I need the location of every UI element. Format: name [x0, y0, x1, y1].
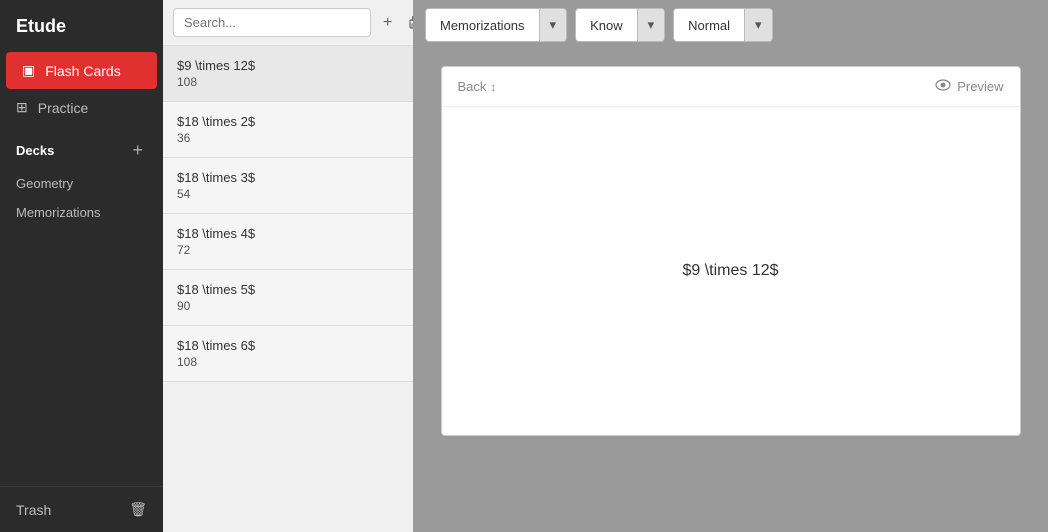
sidebar-flash-cards-label: Flash Cards [45, 63, 120, 79]
card-front: $18 \times 3$ [177, 170, 399, 185]
sidebar-practice-label: Practice [38, 100, 89, 116]
chevron-down-icon-3: ▾ [755, 17, 762, 33]
sidebar-item-trash[interactable]: Trash 🗑 [0, 486, 163, 532]
sidebar-item-flash-cards[interactable]: ▣ Flash Cards [6, 52, 157, 89]
preview-button[interactable]: Preview [935, 77, 1003, 96]
deck-filter-arrow[interactable]: ▾ [539, 9, 567, 41]
list-item[interactable]: $18 \times 3$ 54 [163, 158, 413, 214]
sort-icon: ↕ [490, 80, 496, 94]
trash-icon: 🗑 [129, 501, 147, 518]
add-deck-button[interactable]: + [128, 138, 147, 163]
decks-header: Decks + [0, 126, 163, 169]
app-title: Etude [0, 0, 163, 52]
back-label-container: Back ↕ [458, 79, 497, 94]
card-back: 90 [177, 299, 399, 313]
deck-filter-label: Memorizations [426, 10, 539, 41]
know-filter-label: Know [576, 10, 637, 41]
card-content: $9 \times 12$ [682, 262, 778, 280]
card-front: $18 \times 2$ [177, 114, 399, 129]
list-item[interactable]: $18 \times 5$ 90 [163, 270, 413, 326]
sidebar: Etude ▣ Flash Cards ⊞ Practice Decks + G… [0, 0, 163, 532]
sidebar-item-memorizations[interactable]: Memorizations [0, 198, 163, 227]
sidebar-item-practice[interactable]: ⊞ Practice [0, 89, 163, 126]
main-content: Memorizations ▾ Know ▾ Normal ▾ Back ↕ [413, 0, 1048, 532]
sidebar-item-geometry[interactable]: Geometry [0, 169, 163, 198]
preview-label: Preview [957, 79, 1003, 94]
card-preview: Back ↕ Preview $9 \times 12$ [441, 66, 1021, 436]
eye-icon [935, 77, 951, 96]
flash-cards-icon: ▣ [22, 62, 35, 79]
mode-dropdown[interactable]: Normal ▾ [673, 8, 772, 42]
card-list-panel: + $9 \times 12$ 108 $18 \times 2$ 36 $18… [163, 0, 413, 532]
card-front: $18 \times 4$ [177, 226, 399, 241]
card-back: 108 [177, 355, 399, 369]
mode-label: Normal [674, 10, 744, 41]
chevron-down-icon-2: ▾ [648, 17, 655, 33]
search-input[interactable] [173, 8, 371, 37]
card-items-list: $9 \times 12$ 108 $18 \times 2$ 36 $18 \… [163, 46, 413, 532]
practice-icon: ⊞ [16, 99, 28, 116]
list-item[interactable]: $18 \times 2$ 36 [163, 102, 413, 158]
card-preview-area: Back ↕ Preview $9 \times 12$ [413, 50, 1048, 532]
card-preview-body: $9 \times 12$ [442, 107, 1020, 435]
card-front: $18 \times 6$ [177, 338, 399, 353]
know-filter-dropdown[interactable]: Know ▾ [575, 8, 665, 42]
add-card-button[interactable]: + [379, 12, 396, 34]
card-list-header: + [163, 0, 413, 46]
card-front: $18 \times 5$ [177, 282, 399, 297]
deck-filter-dropdown[interactable]: Memorizations ▾ [425, 8, 567, 42]
card-preview-header: Back ↕ Preview [442, 67, 1020, 107]
print-button[interactable] [404, 13, 413, 33]
list-item[interactable]: $9 \times 12$ 108 [163, 46, 413, 102]
chevron-down-icon: ▾ [550, 17, 557, 33]
card-back: 108 [177, 75, 399, 89]
list-item[interactable]: $18 \times 6$ 108 [163, 326, 413, 382]
list-item[interactable]: $18 \times 4$ 72 [163, 214, 413, 270]
card-back: 72 [177, 243, 399, 257]
card-back: 36 [177, 131, 399, 145]
toolbar: Memorizations ▾ Know ▾ Normal ▾ [413, 0, 1048, 50]
card-back: 54 [177, 187, 399, 201]
mode-arrow[interactable]: ▾ [744, 9, 772, 41]
back-label-text: Back [458, 79, 487, 94]
trash-label: Trash [16, 502, 51, 518]
decks-label: Decks [16, 143, 54, 158]
know-filter-arrow[interactable]: ▾ [637, 9, 665, 41]
card-front: $9 \times 12$ [177, 58, 399, 73]
